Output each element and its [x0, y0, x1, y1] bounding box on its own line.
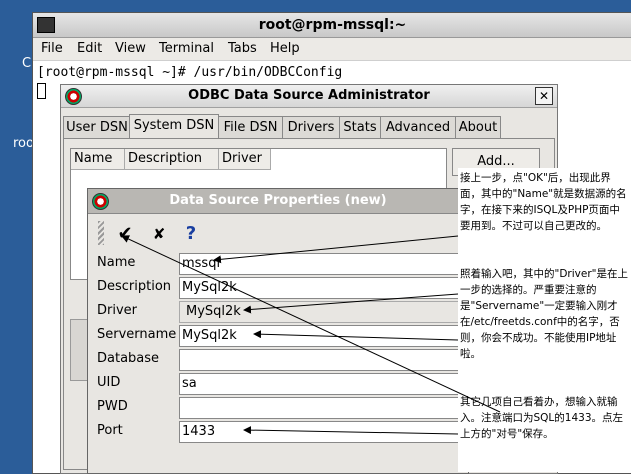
description-input[interactable]: MySql2k: [179, 277, 483, 299]
data-source-properties-dialog: Data Source Properties (new) ✔ ✘ ? Name …: [87, 188, 487, 474]
annotation-other-fields-explanation: 其它几项自己看着办，想输入就输入。注意端口为SQL的1433。点左上方的"对号"…: [460, 396, 624, 440]
field-label-port: Port: [97, 423, 123, 438]
menu-tabs[interactable]: Tabs: [228, 41, 257, 56]
terminal-menubar: File Edit View Terminal Tabs Help: [33, 38, 631, 61]
tab-system-dsn[interactable]: System DSN: [129, 114, 219, 140]
terminal-title: root@rpm-mssql:~: [258, 17, 407, 33]
menu-terminal[interactable]: Terminal: [159, 41, 214, 56]
port-input[interactable]: 1433: [179, 421, 483, 443]
desktop-label: C: [22, 56, 32, 71]
odbc-title: ODBC Data Source Administrator: [188, 88, 430, 103]
dsp-title: Data Source Properties (new): [169, 193, 387, 208]
save-checkmark-icon[interactable]: ✔: [114, 223, 136, 245]
menu-file[interactable]: File: [41, 41, 63, 56]
annotation-note: 接上一步，点"OK"后，出现此界面，其中的"Name"就是数据源的名字，在接下来…: [458, 168, 631, 472]
whats-this-help-icon[interactable]: ?: [180, 223, 202, 245]
name-input[interactable]: mssql: [179, 253, 483, 275]
column-header-name[interactable]: Name: [71, 149, 125, 170]
menu-help[interactable]: Help: [270, 41, 300, 56]
tab-file-dsn[interactable]: File DSN: [218, 116, 283, 139]
desktop-label: roo: [13, 136, 34, 151]
pwd-input[interactable]: [179, 397, 483, 419]
terminal-titlebar[interactable]: root@rpm-mssql:~: [33, 13, 631, 38]
field-label-uid: UID: [97, 375, 121, 390]
cancel-x-icon[interactable]: ✘: [148, 223, 170, 245]
field-label-servername: Servername: [97, 327, 177, 342]
odbc-titlebar[interactable]: ODBC Data Source Administrator ✕: [61, 85, 557, 108]
menu-view[interactable]: View: [115, 41, 146, 56]
annotation-driver-servername-explanation: 照着输入吧，其中的"Driver"是在上一步的选择的。严重要注意的是"Serve…: [460, 268, 628, 360]
field-label-description: Description: [97, 279, 172, 294]
field-label-name: Name: [97, 255, 136, 270]
tab-user-dsn[interactable]: User DSN: [63, 116, 131, 139]
driver-select[interactable]: MySql2k: [179, 301, 487, 323]
servername-input[interactable]: MySql2k: [179, 325, 483, 347]
field-label-pwd: PWD: [97, 399, 128, 414]
field-label-database: Database: [97, 351, 160, 366]
dsp-titlebar[interactable]: Data Source Properties (new): [88, 189, 468, 214]
column-header-description[interactable]: Description: [125, 149, 219, 170]
annotation-name-explanation: 接上一步，点"OK"后，出现此界面，其中的"Name"就是数据源的名字，在接下来…: [460, 172, 627, 232]
tab-stats[interactable]: Stats: [339, 116, 381, 139]
close-button[interactable]: ✕: [535, 87, 553, 105]
tab-advanced[interactable]: Advanced: [380, 116, 456, 139]
terminal-command-line: [root@rpm-mssql ~]# /usr/bin/ODBCConfig: [37, 65, 343, 80]
tab-about[interactable]: About: [455, 116, 501, 139]
column-header-driver[interactable]: Driver: [219, 149, 271, 170]
field-label-driver: Driver: [97, 303, 138, 318]
terminal-cursor: [37, 83, 46, 99]
tab-drivers[interactable]: Drivers: [282, 116, 340, 139]
toolbar-grip[interactable]: [98, 221, 104, 245]
uid-input[interactable]: sa: [179, 373, 483, 395]
database-input[interactable]: [179, 349, 483, 371]
menu-edit[interactable]: Edit: [77, 41, 102, 56]
